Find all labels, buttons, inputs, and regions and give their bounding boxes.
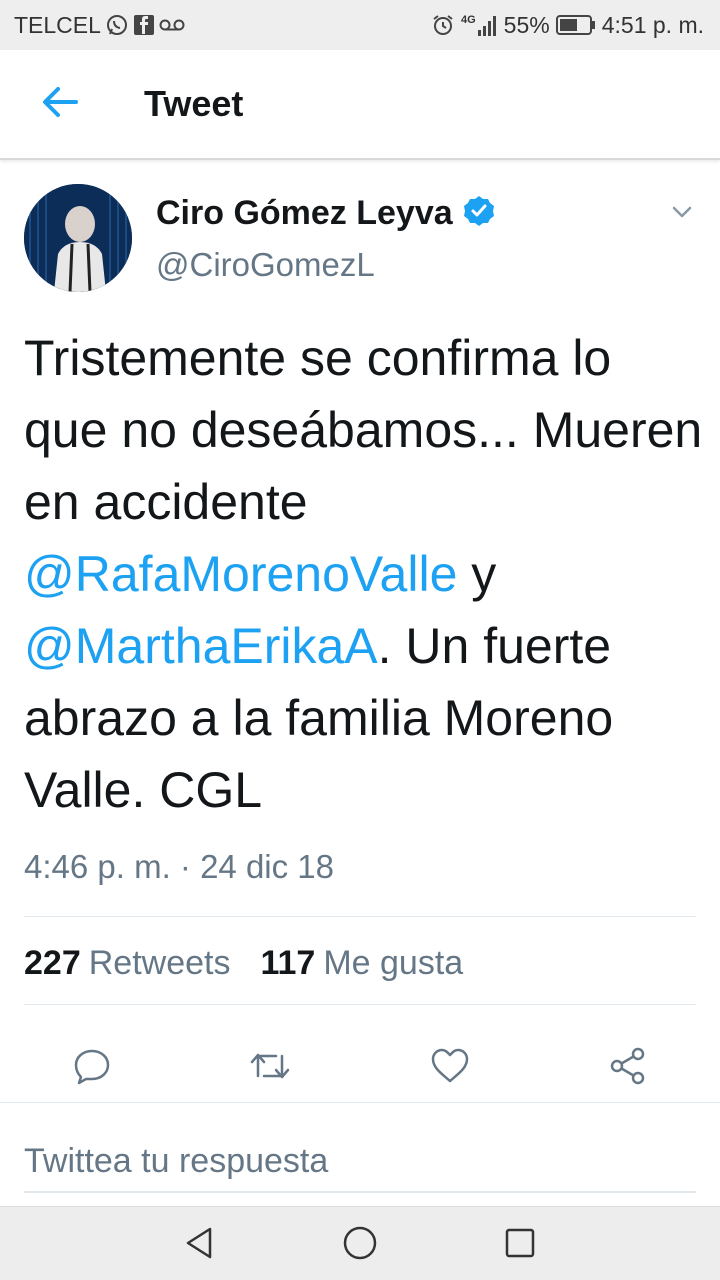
home-circle-icon <box>342 1225 378 1266</box>
back-triangle-icon <box>182 1225 218 1266</box>
tweet-text: Tristemente se confirma lo que no deseáb… <box>24 322 704 826</box>
divider <box>24 916 696 917</box>
voicemail-icon <box>159 18 185 32</box>
like-button[interactable] <box>426 1044 474 1092</box>
app-header: Tweet <box>0 50 720 160</box>
author-name-wrap: Ciro Gómez Leyva <box>156 194 495 233</box>
mention-link[interactable]: @RafaMorenoValle <box>24 546 457 602</box>
network-label: 4G <box>460 14 476 26</box>
status-bar: TELCEL 4G 55% 4:51 p. m. <box>0 0 720 50</box>
nav-back-button[interactable] <box>178 1223 222 1267</box>
battery-icon <box>555 14 596 36</box>
reply-bar <box>0 1102 720 1202</box>
share-button[interactable] <box>604 1044 652 1092</box>
battery-percent: 55% <box>503 11 550 38</box>
chevron-down-icon[interactable] <box>668 198 696 226</box>
status-right: 4G 55% 4:51 p. m. <box>431 12 704 39</box>
author-row: Ciro Gómez Leyva @CiroGomezL <box>24 184 696 294</box>
whatsapp-icon <box>105 13 129 37</box>
nav-home-button[interactable] <box>338 1223 382 1267</box>
retweets-label[interactable]: Retweets <box>89 944 231 983</box>
retweet-button[interactable] <box>246 1044 294 1092</box>
tweet-stats: 227 Retweets 117 Me gusta <box>24 944 485 983</box>
avatar[interactable] <box>24 184 132 292</box>
facebook-icon <box>133 14 155 36</box>
reply-input[interactable] <box>24 1131 696 1193</box>
signal-icon <box>477 14 498 36</box>
like-icon <box>430 1046 470 1091</box>
share-icon <box>608 1046 648 1091</box>
reply-icon <box>72 1046 112 1091</box>
status-left: TELCEL <box>14 12 185 39</box>
divider <box>24 1004 696 1005</box>
nav-bar <box>0 1206 720 1280</box>
likes-label[interactable]: Me gusta <box>323 944 463 983</box>
clock: 4:51 p. m. <box>601 11 704 38</box>
recents-square-icon <box>502 1225 538 1266</box>
arrow-left-icon <box>40 82 80 127</box>
tweet-text-part: y <box>457 546 497 602</box>
nav-recents-button[interactable] <box>498 1223 542 1267</box>
retweet-icon <box>248 1046 292 1091</box>
reply-button[interactable] <box>68 1044 116 1092</box>
retweets-count[interactable]: 227 <box>24 944 81 983</box>
page-title: Tweet <box>144 83 244 124</box>
back-button[interactable] <box>30 74 90 134</box>
tweet-actions <box>0 1026 720 1110</box>
mention-link[interactable]: @MarthaErikaA <box>24 618 378 674</box>
verified-badge-icon <box>463 195 495 232</box>
alarm-icon <box>431 13 455 37</box>
likes-count[interactable]: 117 <box>260 944 315 983</box>
carrier-label: TELCEL <box>14 11 101 38</box>
author-handle[interactable]: @CiroGomezL <box>156 246 375 284</box>
tweet-text-part: Tristemente se confirma lo que no deseáb… <box>24 330 703 530</box>
author-name[interactable]: Ciro Gómez Leyva <box>156 194 453 233</box>
tweet-timestamp: 4:46 p. m. · 24 dic 18 <box>24 848 335 885</box>
